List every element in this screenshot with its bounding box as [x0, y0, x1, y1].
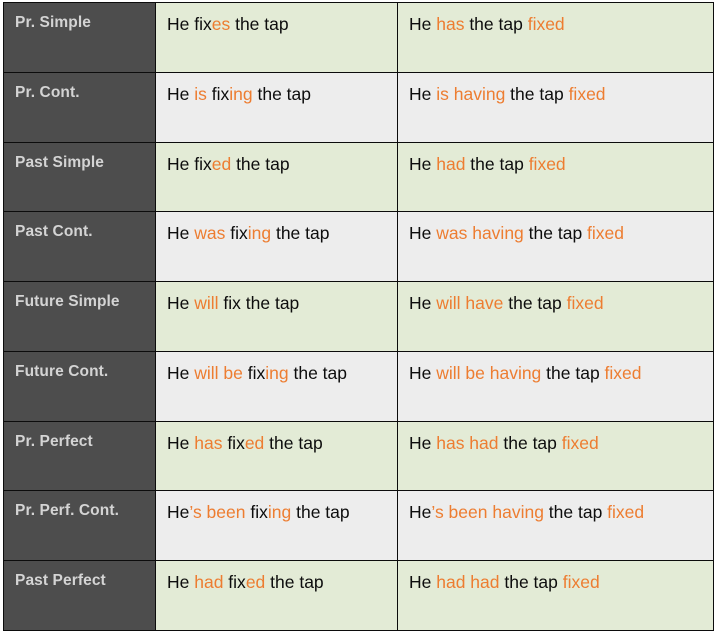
highlighted-word: fixed — [561, 432, 599, 453]
causative-sentence-cell: He had the tap fixed — [397, 141, 714, 213]
tense-label-cell: Pr. Simple — [3, 2, 156, 73]
highlighted-word: ing — [247, 223, 272, 244]
causative-sentence-cell: He was having the tap fixed — [397, 211, 714, 283]
table-row: Future Simple He will fix the tap He will … — [3, 281, 714, 352]
tense-label: Future Cont. — [15, 362, 109, 380]
causative-sentence-cell: He’s been having the tap fixed — [397, 490, 714, 562]
tense-label-cell: Past Simple — [3, 141, 156, 213]
tense-label: Past Perfect — [15, 572, 106, 590]
highlighted-word: had — [194, 572, 224, 593]
active-sentence-text: He will fix the tap — [167, 293, 300, 314]
highlighted-word: fixed — [528, 153, 566, 174]
active-sentence-cell: He will fix the tap — [155, 281, 398, 352]
highlighted-word: ed — [245, 572, 266, 593]
active-sentence-text: He has fixed the tap — [167, 432, 323, 453]
highlighted-word: fixed — [566, 293, 604, 314]
tense-label-cell: Pr. Cont. — [3, 71, 156, 143]
table-row: Past Simple He fixed the tap He had the ta… — [3, 141, 714, 213]
highlighted-word: will — [194, 293, 219, 314]
tense-label: Pr. Cont. — [15, 83, 80, 101]
active-sentence-cell: He had fixed the tap — [155, 560, 398, 631]
highlighted-word: ing — [265, 362, 289, 383]
highlighted-word: was — [194, 223, 226, 244]
table-row: Pr. Cont. He is fixing the tap He is havin… — [3, 71, 714, 143]
highlighted-word: ’s been — [189, 502, 246, 523]
causative-sentence-cell: He will be having the tap fixed — [397, 350, 714, 422]
tense-label-cell: Pr. Perfect — [3, 420, 156, 492]
active-sentence-cell: He fixes the tap — [155, 2, 398, 73]
highlighted-word: fixed — [587, 223, 625, 244]
table-row: Past Cont. He was fixing the tap He was ha… — [3, 211, 714, 283]
table-row: Pr. Simple He fixes the tap He has the tap… — [3, 2, 714, 73]
causative-sentence-text: He has had the tap fixed — [409, 432, 599, 453]
highlighted-word: ed — [211, 153, 232, 174]
highlighted-word: had — [436, 153, 466, 174]
highlighted-word: has — [436, 14, 465, 34]
causative-sentence-cell: He has the tap fixed — [397, 2, 714, 73]
active-sentence-cell: He’s been fixing the tap — [155, 490, 398, 562]
active-sentence-cell: He is fixing the tap — [155, 71, 398, 143]
active-sentence-text: He fixed the tap — [167, 153, 290, 174]
highlighted-word: fixed — [562, 572, 600, 593]
tense-label-cell: Past Perfect — [3, 560, 156, 631]
active-sentence-text: He had fixed the tap — [167, 572, 324, 593]
highlighted-word: es — [211, 14, 231, 34]
causative-sentence-cell: He will have the tap fixed — [397, 281, 714, 352]
active-sentence-cell: He fixed the tap — [155, 141, 398, 213]
tense-label: Pr. Simple — [15, 14, 91, 31]
active-sentence-text: He fixes the tap — [167, 14, 289, 34]
tense-label: Pr. Perf. Cont. — [15, 502, 119, 520]
causative-sentence-text: He has the tap fixed — [409, 14, 565, 34]
highlighted-word: has had — [436, 432, 499, 453]
causative-sentence-text: He had had the tap fixed — [409, 572, 600, 593]
highlighted-word: ’s been having — [431, 502, 544, 523]
tense-label-cell: Pr. Perf. Cont. — [3, 490, 156, 562]
causative-sentence-text: He is having the tap fixed — [409, 83, 606, 104]
causative-sentence-text: He was having the tap fixed — [409, 223, 625, 244]
causative-tense-table: Pr. Simple He fixes the tap He has the tap… — [3, 2, 714, 631]
causative-sentence-text: He’s been having the tap fixed — [409, 502, 645, 523]
table-row: Future Cont. He will be fixing the tap He … — [3, 350, 714, 422]
highlighted-word: ing — [229, 83, 253, 104]
causative-sentence-text: He had the tap fixed — [409, 153, 566, 174]
highlighted-word: will have — [436, 293, 504, 314]
causative-sentence-text: He will be having the tap fixed — [409, 362, 642, 383]
highlighted-word: was having — [436, 223, 524, 244]
active-sentence-cell: He will be fixing the tap — [155, 350, 398, 422]
highlighted-word: is having — [436, 83, 506, 104]
tense-label: Future Simple — [15, 293, 120, 311]
causative-sentence-cell: He has had the tap fixed — [397, 420, 714, 492]
tense-label-cell: Future Simple — [3, 281, 156, 352]
causative-sentence-cell: He is having the tap fixed — [397, 71, 714, 143]
highlighted-word: fixed — [568, 83, 606, 104]
causative-sentence-text: He will have the tap fixed — [409, 293, 604, 314]
tense-label: Past Cont. — [15, 223, 93, 241]
highlighted-word: fixed — [527, 14, 565, 34]
tense-label-cell: Past Cont. — [3, 211, 156, 283]
active-sentence-text: He will be fixing the tap — [167, 362, 347, 383]
table-row: Pr. Perfect He has fixed the tap He has ha… — [3, 420, 714, 492]
table-body: Pr. Simple He fixes the tap He has the tap… — [3, 2, 714, 631]
active-sentence-cell: He was fixing the tap — [155, 211, 398, 283]
highlighted-word: ed — [244, 432, 265, 453]
highlighted-word: fixed — [604, 362, 642, 383]
highlighted-word: is — [194, 83, 207, 104]
table-row: Past Perfect He had fixed the tap He had h… — [3, 560, 714, 631]
highlighted-word: had had — [436, 572, 500, 593]
highlighted-word: ing — [267, 502, 292, 523]
highlighted-word: fixed — [607, 502, 645, 523]
highlighted-word: will be having — [436, 362, 542, 383]
tense-label: Pr. Perfect — [15, 432, 93, 450]
active-sentence-cell: He has fixed the tap — [155, 420, 398, 492]
tense-label-cell: Future Cont. — [3, 350, 156, 422]
highlighted-word: will be — [194, 362, 243, 383]
active-sentence-text: He is fixing the tap — [167, 83, 311, 104]
causative-sentence-cell: He had had the tap fixed — [397, 560, 714, 631]
active-sentence-text: He’s been fixing the tap — [167, 502, 350, 523]
highlighted-word: has — [194, 432, 223, 453]
table-row: Pr. Perf. Cont. He’s been fixing the tap H… — [3, 490, 714, 562]
tense-label: Past Simple — [15, 153, 104, 171]
active-sentence-text: He was fixing the tap — [167, 223, 330, 244]
